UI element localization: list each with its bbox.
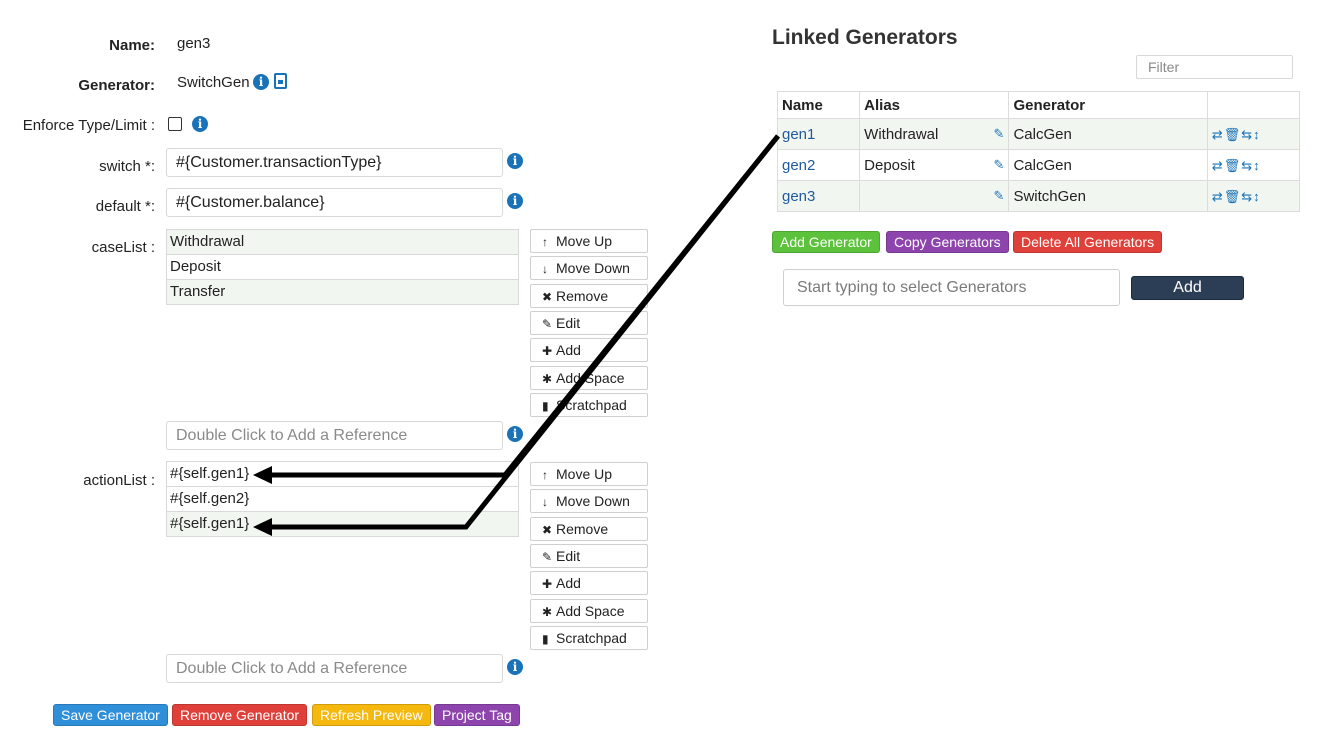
annotation-arrows — [253, 134, 780, 536]
